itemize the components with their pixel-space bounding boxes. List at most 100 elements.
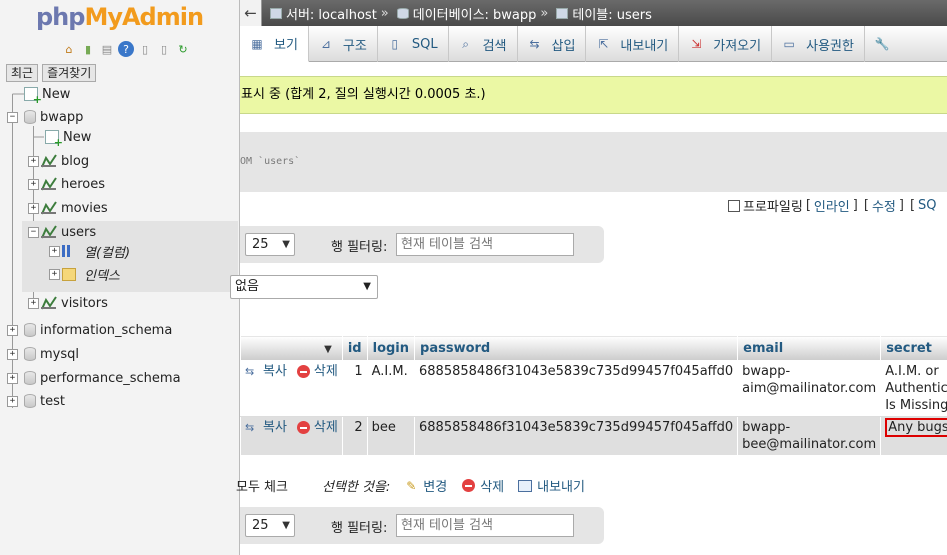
- cell-secret[interactable]: Any bugs?: [880, 416, 947, 456]
- tree-item-users[interactable]: − users: [28, 222, 96, 242]
- tree-item-visitors[interactable]: + visitors: [28, 293, 108, 313]
- sql-icon: ▯: [391, 37, 399, 51]
- help-icon[interactable]: ?: [118, 41, 134, 57]
- filter-rows-input[interactable]: 현재 테이블 검색: [396, 233, 574, 256]
- delete-row-button[interactable]: 삭제: [314, 363, 338, 380]
- column-header-secret[interactable]: secret: [880, 335, 947, 361]
- settings-icon[interactable]: ▯: [156, 41, 172, 57]
- tree-item-mysql[interactable]: + mysql: [7, 344, 79, 364]
- database-icon: [24, 323, 36, 337]
- cell-login[interactable]: A.I.M.: [366, 360, 416, 417]
- tab-sql[interactable]: ▯ SQL: [378, 26, 449, 62]
- check-all-link[interactable]: 모두 체크: [236, 476, 288, 495]
- filter-rows-input[interactable]: 현재 테이블 검색: [396, 514, 574, 537]
- nav-tab-favorites[interactable]: 즐겨찾기: [42, 64, 97, 82]
- tab-structure[interactable]: ⊿ 구조: [309, 26, 378, 62]
- column-header-email[interactable]: email: [737, 335, 882, 361]
- column-header-password[interactable]: password: [414, 335, 739, 361]
- tree-item-performance-schema[interactable]: + performance_schema: [7, 368, 181, 388]
- cell-email[interactable]: bwapp-bee@mailinator.com: [737, 416, 882, 456]
- cell-login[interactable]: bee: [366, 416, 416, 456]
- tree-item-heroes[interactable]: + heroes: [28, 174, 105, 194]
- tab-browse[interactable]: ▦ 보기: [240, 26, 309, 62]
- tree-item-movies[interactable]: + movies: [28, 198, 108, 218]
- bulk-export-button[interactable]: 내보내기: [518, 476, 585, 495]
- collapse-icon[interactable]: −: [7, 111, 18, 123]
- collapse-nav-arrow-icon[interactable]: ←: [240, 0, 262, 26]
- cell-email[interactable]: bwapp-aim@mailinator.com: [737, 360, 882, 417]
- column-header-login[interactable]: login: [366, 335, 416, 361]
- bulk-actions: 모두 체크 선택한 것을: ✎ 변경 삭제 내보내기: [236, 476, 585, 496]
- column-header-id[interactable]: id: [341, 335, 368, 361]
- edit-query-link[interactable]: 수정: [872, 196, 896, 215]
- tree-item-bwapp[interactable]: − bwapp: [7, 107, 83, 127]
- tab-privileges[interactable]: ▭ 사용권한: [772, 26, 865, 62]
- nav-tab-recent[interactable]: 최근: [6, 64, 39, 82]
- delete-row-button[interactable]: 삭제: [314, 419, 338, 436]
- table-row: ⇆ 복사 삭제 2 bee 6885858486f31043e5839c735d…: [240, 416, 947, 456]
- tree-item-information-schema[interactable]: + information_schema: [7, 320, 172, 340]
- tab-import[interactable]: ⇲ 가져오기: [679, 26, 773, 62]
- breadcrumb-server[interactable]: 서버: localhost »: [270, 4, 389, 23]
- expand-icon[interactable]: +: [7, 324, 18, 336]
- expand-icon[interactable]: +: [28, 297, 39, 309]
- tab-export[interactable]: ⇱ 내보내기: [586, 26, 680, 62]
- cell-password[interactable]: 6885858486f31043e5839c735d99457f045affd0: [414, 416, 739, 456]
- cell-secret[interactable]: A.I.M. orAuthenticationIs Missing: [880, 360, 947, 417]
- top-navigation-bar: 25 ▼ 행 필터링: 현재 테이블 검색: [240, 226, 604, 263]
- expand-icon[interactable]: +: [28, 178, 39, 190]
- inline-edit-link[interactable]: 인라인: [814, 196, 850, 215]
- query-window-icon[interactable]: ▤: [99, 41, 115, 57]
- database-icon: [396, 7, 409, 19]
- profiling-checkbox[interactable]: [728, 199, 740, 212]
- bulk-delete-button[interactable]: 삭제: [461, 476, 504, 495]
- rows-per-page-select[interactable]: 25 ▼: [245, 514, 295, 537]
- tree-item-users-columns[interactable]: + 열(컬럼): [49, 241, 130, 261]
- sort-by-key-select[interactable]: 없음 ▼: [230, 275, 378, 299]
- expand-icon[interactable]: +: [28, 155, 39, 167]
- tree-item-blog[interactable]: + blog: [28, 151, 89, 171]
- table-row: ⇆ 복사 삭제 1 A.I.M. 6885858486f31043e5839c7…: [240, 360, 947, 417]
- expand-icon[interactable]: +: [7, 395, 18, 407]
- copy-row-button[interactable]: 복사: [263, 363, 287, 380]
- table-icon: [41, 201, 57, 215]
- options-header[interactable]: ▼: [240, 335, 343, 361]
- logo-php: php: [36, 3, 85, 31]
- rows-per-page-select[interactable]: 25 ▼: [245, 233, 295, 256]
- success-message: 표시 중 (합계 2, 질의 실행시간 0.0005 초.): [240, 76, 947, 114]
- sql-link[interactable]: SQ: [918, 198, 936, 213]
- database-icon: [24, 371, 36, 385]
- expand-icon[interactable]: +: [49, 268, 60, 280]
- tree-item-test[interactable]: + test: [7, 391, 65, 411]
- logo-myadmin: MyAdmin: [84, 3, 204, 31]
- tree-item-users-indexes[interactable]: + 인덱스: [49, 264, 120, 284]
- collapse-icon[interactable]: −: [28, 226, 39, 238]
- reload-icon[interactable]: ↻: [175, 41, 191, 57]
- expand-icon[interactable]: +: [7, 372, 18, 384]
- pencil-icon: ✎: [406, 478, 417, 493]
- breadcrumb-database[interactable]: 데이터베이스: bwapp »: [396, 4, 548, 23]
- cell-id[interactable]: 2: [341, 416, 368, 456]
- navigation-panel: phpMyAdmin ⌂ ▮ ▤ ? ▯ ▯ ↻ 최근 즐겨찾기 New − b…: [0, 0, 240, 555]
- copy-row-button[interactable]: 복사: [263, 419, 287, 436]
- expand-icon[interactable]: +: [28, 202, 39, 214]
- tree-item-new[interactable]: New: [24, 84, 70, 106]
- docs-icon[interactable]: ▯: [137, 41, 153, 57]
- import-icon: ⇲: [691, 37, 702, 51]
- expand-icon[interactable]: +: [49, 245, 60, 257]
- phpmyadmin-logo[interactable]: phpMyAdmin: [36, 3, 204, 31]
- home-icon[interactable]: ⌂: [61, 41, 77, 57]
- tab-insert[interactable]: ⇆ 삽입: [518, 26, 587, 62]
- expand-icon[interactable]: +: [7, 348, 18, 360]
- results-table: ▼ id login password email secret ⇆ 복사 삭제…: [240, 335, 947, 456]
- bulk-edit-button[interactable]: ✎ 변경: [404, 476, 447, 496]
- cell-id[interactable]: 1: [341, 360, 368, 417]
- row-actions: ⇆ 복사 삭제: [240, 360, 343, 417]
- table-icon: [41, 225, 57, 239]
- breadcrumb-table[interactable]: 테이블: users: [556, 4, 652, 23]
- cell-password[interactable]: 6885858486f31043e5839c735d99457f045affd0: [414, 360, 739, 417]
- tab-search[interactable]: ⌕ 검색: [449, 26, 518, 62]
- tree-item-bwapp-new[interactable]: New: [45, 127, 91, 149]
- tab-operations[interactable]: 🔧: [865, 26, 899, 62]
- exit-icon[interactable]: ▮: [80, 41, 96, 57]
